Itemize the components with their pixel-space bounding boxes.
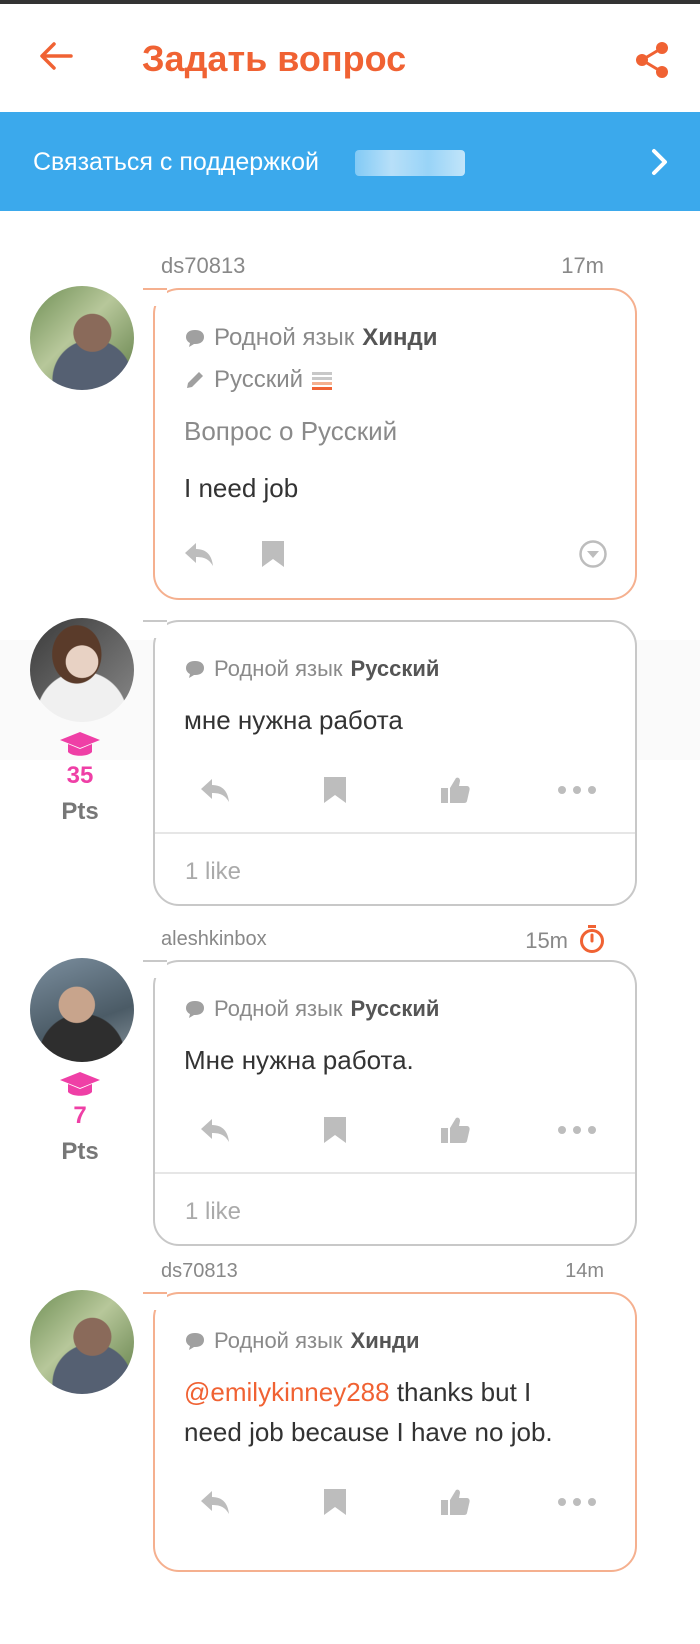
reply-button[interactable] [193,768,237,812]
native-language-line: Родной язык Хинди [184,324,437,352]
post-time: 17m [561,253,604,278]
speech-bubble-icon [186,1001,204,1018]
points-value: 7 [73,1102,87,1129]
app-header: Задать вопрос [0,4,700,112]
divider [155,832,635,834]
reply-button[interactable] [193,1108,237,1152]
reply-text: @emilykinney288 thanks but I need job be… [184,1372,624,1452]
speech-bubble-icon [186,661,204,678]
reply-icon [201,1491,229,1514]
level-bars-icon [312,372,333,390]
expand-button[interactable] [571,532,615,576]
native-prefix: Родной язык [214,996,343,1021]
post-time: 15m [525,928,568,953]
native-language-line: Родной язык Хинди [184,1328,420,1354]
post-username[interactable]: aleshkinbox [161,928,267,951]
chevron-right-icon [645,144,675,180]
post-time: 14m [565,1260,604,1282]
learning-language: Русский [214,366,304,393]
like-button[interactable] [433,768,477,812]
more-dots-icon [558,1498,596,1506]
thumbs-up-icon [441,1489,470,1515]
post-username[interactable]: ds70813 [161,253,245,279]
divider [155,1172,635,1174]
bookmark-button[interactable] [251,532,295,576]
answer-text: мне нужна работа [184,705,403,735]
reply-card: Родной язык Хинди @emilykinney288 thanks … [143,1292,637,1572]
share-icon [636,42,668,78]
answer-actions [155,1108,635,1152]
question-actions [155,532,635,576]
reply-text-part: thanks but I [389,1377,532,1407]
native-prefix: Родной язык [214,656,343,681]
likes-count[interactable]: 1 like [185,1198,241,1226]
avatar[interactable] [30,1290,134,1394]
back-button[interactable] [34,34,78,78]
graduation-cap-icon [60,732,100,756]
reply-icon [201,1119,229,1142]
more-dots-icon [558,1126,596,1134]
native-language-line: Родной язык Русский [184,996,439,1022]
arrow-left-icon [40,42,73,70]
question-about: Вопрос о Русский [184,416,398,446]
likes-count[interactable]: 1 like [185,858,241,886]
share-button[interactable] [630,38,674,82]
chevron-down-circle-icon [579,540,607,568]
bookmark-button[interactable] [313,1108,357,1152]
timer-icon [580,925,604,953]
reply-icon [185,543,213,566]
avatar[interactable] [30,286,134,390]
reply-text-line2: need job because I have no job. [184,1417,553,1447]
points-value: 35 [66,762,94,789]
avatar[interactable] [30,958,134,1062]
thumbs-up-icon [441,1117,470,1143]
question-text: I need job [184,473,299,503]
native-language: Русский [350,996,440,1021]
answer-text: Мне нужна работа. [184,1045,414,1075]
more-options-button[interactable] [555,1480,599,1524]
reply-icon [201,779,229,802]
native-prefix: Родной язык [214,1328,343,1353]
support-banner[interactable]: Связаться с поддержкой [0,112,700,211]
more-options-button[interactable] [555,1108,599,1152]
like-button[interactable] [433,1480,477,1524]
points-label: Pts [61,1138,99,1165]
bookmark-icon [324,1489,346,1515]
answer-actions [155,768,635,812]
bookmark-button[interactable] [313,768,357,812]
native-language-line: Родной язык Русский [184,656,439,682]
graduation-cap-icon [60,1072,100,1096]
learning-language-line: Русский [184,366,333,394]
answer-card: Родной язык Русский мне нужна работа 1 li… [143,620,637,906]
bookmark-icon [324,1117,346,1143]
native-prefix: Родной язык [214,324,355,351]
thumbs-up-icon [441,777,470,803]
user-points: 35 Pts [28,730,132,826]
bookmark-icon [262,541,284,567]
pencil-icon [187,372,203,388]
post-username[interactable]: ds70813 [161,1260,238,1283]
speech-bubble-icon [186,1333,204,1350]
redacted-text [355,150,465,176]
reply-button[interactable] [193,1480,237,1524]
user-mention[interactable]: @emilykinney288 [184,1377,390,1407]
answer-card: Родной язык Русский Мне нужна работа. 1 l… [143,960,637,1246]
question-card: Родной язык Хинди Русский Вопрос о Русски… [143,288,637,600]
support-label: Связаться с поддержкой [33,148,319,176]
native-language: Хинди [350,1328,420,1353]
points-label: Pts [61,798,99,825]
reply-button[interactable] [177,532,221,576]
reply-actions [155,1480,635,1524]
native-language: Русский [350,656,440,681]
bookmark-button[interactable] [313,1480,357,1524]
native-language: Хинди [362,324,438,351]
more-options-button[interactable] [555,768,599,812]
like-button[interactable] [433,1108,477,1152]
avatar[interactable] [30,618,134,722]
user-points: 7 Pts [28,1070,132,1166]
page-title: Задать вопрос [142,38,407,79]
bookmark-icon [324,777,346,803]
more-dots-icon [558,786,596,794]
speech-bubble-icon [186,330,204,347]
